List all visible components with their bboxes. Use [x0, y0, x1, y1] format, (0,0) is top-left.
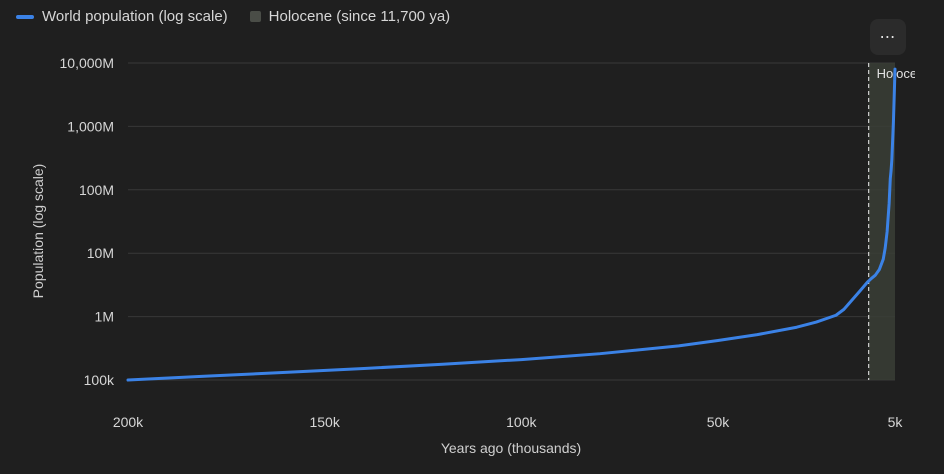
- y-tick-label: 1,000M: [67, 118, 114, 134]
- x-tick-label: 100k: [506, 414, 537, 430]
- x-axis-ticks: 200k 150k 100k 50k 5k: [113, 414, 904, 430]
- x-axis-title: Years ago (thousands): [441, 440, 581, 456]
- holocene-band-rect: [868, 63, 895, 380]
- y-axis-ticks: 100k 1M 10M 100M 1,000M 10,000M: [60, 55, 115, 388]
- series-lines: [126, 67, 897, 382]
- population-chart: Holocene be 100k 1M 10M 100M 1,000M 10,000M 2…: [30, 55, 944, 456]
- x-tick-label: 5k: [888, 414, 904, 430]
- y-tick-label: 10,000M: [60, 55, 114, 71]
- x-tick-label: 150k: [309, 414, 340, 430]
- y-tick-label: 100k: [84, 372, 115, 388]
- y-axis-title: Population (log scale): [30, 164, 46, 299]
- gridlines: [128, 62, 895, 381]
- holocene-annotation: Holocene be: [877, 66, 944, 81]
- x-tick-label: 50k: [707, 414, 731, 430]
- y-tick-label: 100M: [79, 182, 114, 198]
- y-tick-label: 1M: [95, 309, 114, 325]
- series-line-population: [126, 67, 897, 382]
- x-tick-label: 200k: [113, 414, 144, 430]
- y-tick-label: 10M: [87, 245, 114, 261]
- holocene-band: Holocene be: [868, 63, 944, 380]
